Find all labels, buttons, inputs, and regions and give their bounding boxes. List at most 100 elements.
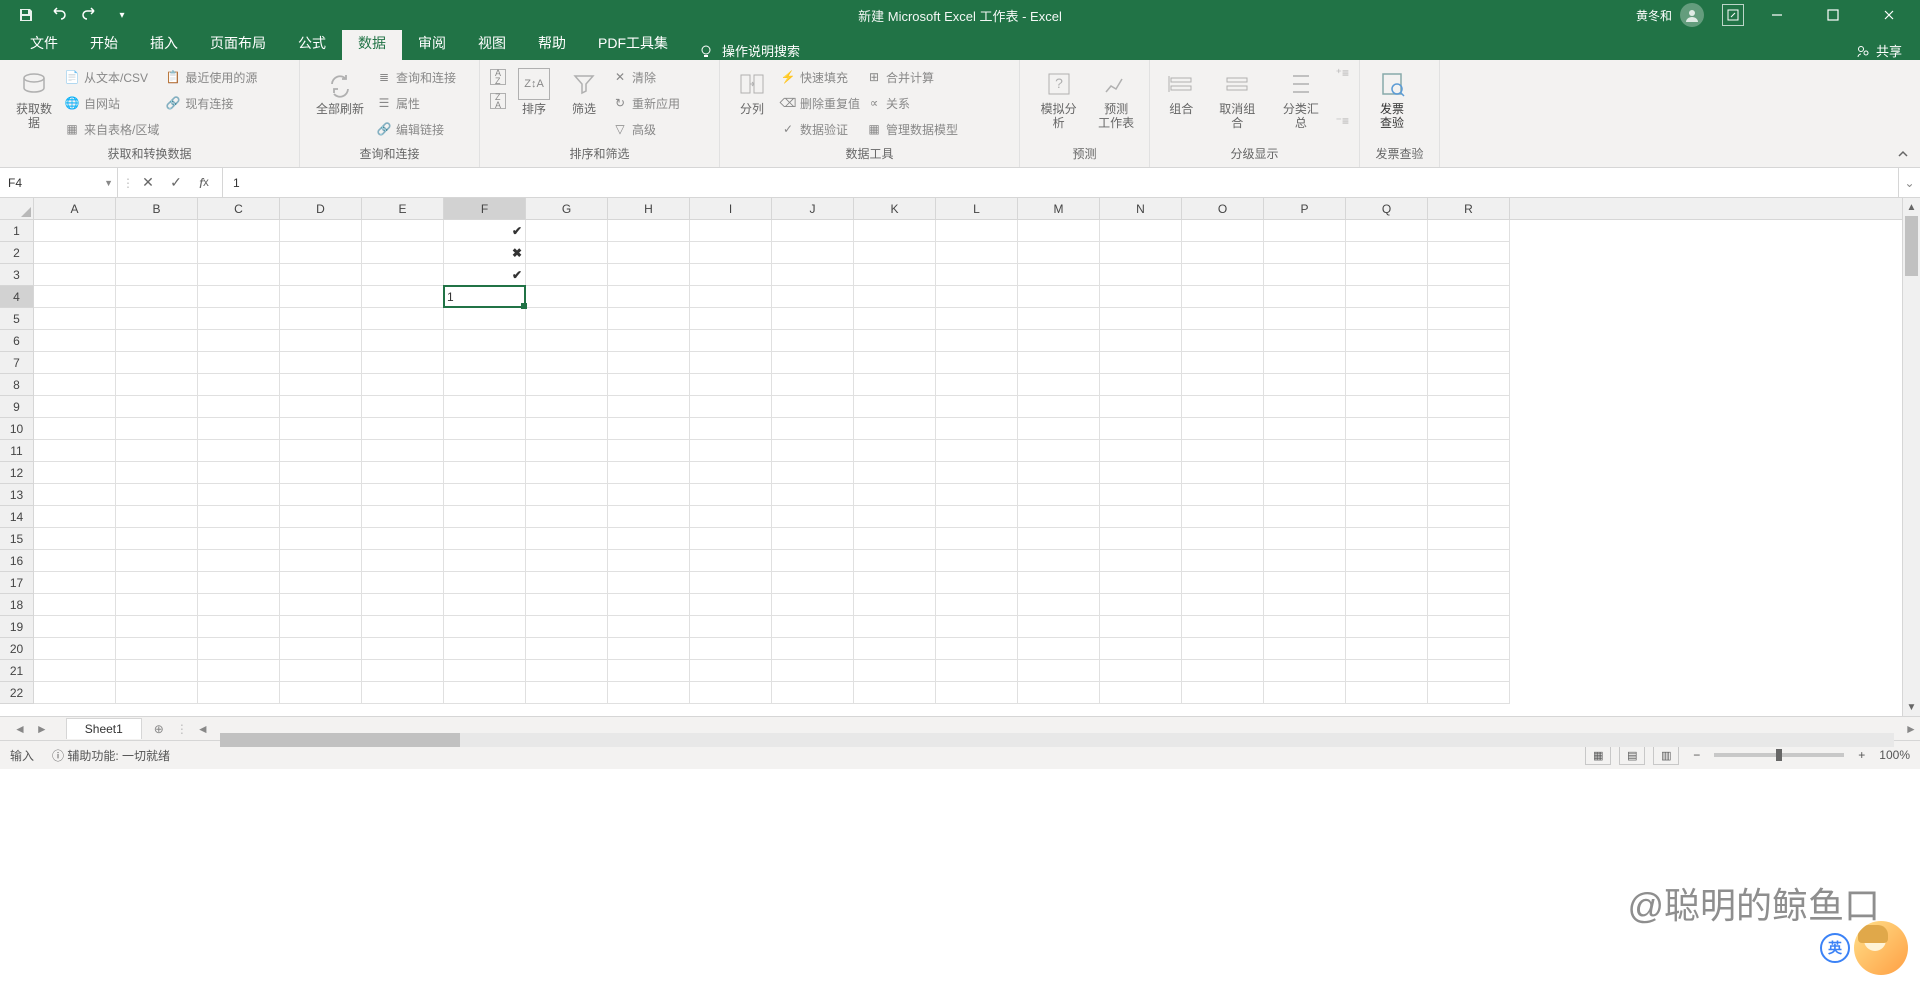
column-header-E[interactable]: E (362, 198, 444, 219)
cell-A22[interactable] (34, 682, 116, 704)
cell-P18[interactable] (1264, 594, 1346, 616)
page-break-view-button[interactable]: ▥ (1653, 745, 1679, 765)
cell-J21[interactable] (772, 660, 854, 682)
cell-Q10[interactable] (1346, 418, 1428, 440)
cell-B7[interactable] (116, 352, 198, 374)
cell-C15[interactable] (198, 528, 280, 550)
cell-G14[interactable] (526, 506, 608, 528)
cell-P9[interactable] (1264, 396, 1346, 418)
cell-K8[interactable] (854, 374, 936, 396)
cell-A10[interactable] (34, 418, 116, 440)
sheet-prev-icon[interactable]: ◄ (10, 722, 30, 736)
cell-J10[interactable] (772, 418, 854, 440)
cell-G7[interactable] (526, 352, 608, 374)
filter-button[interactable]: 筛选 (562, 66, 606, 118)
cell-L15[interactable] (936, 528, 1018, 550)
cell-P14[interactable] (1264, 506, 1346, 528)
cell-I21[interactable] (690, 660, 772, 682)
cell-R4[interactable] (1428, 286, 1510, 308)
share-button[interactable]: 共享 (1876, 41, 1902, 60)
cell-O17[interactable] (1182, 572, 1264, 594)
cell-P11[interactable] (1264, 440, 1346, 462)
cell-E13[interactable] (362, 484, 444, 506)
cell-E18[interactable] (362, 594, 444, 616)
row-header-22[interactable]: 22 (0, 682, 33, 704)
cell-H12[interactable] (608, 462, 690, 484)
cell-I8[interactable] (690, 374, 772, 396)
cell-H22[interactable] (608, 682, 690, 704)
cell-B6[interactable] (116, 330, 198, 352)
cell-F15[interactable] (444, 528, 526, 550)
cell-C18[interactable] (198, 594, 280, 616)
cell-M10[interactable] (1018, 418, 1100, 440)
cell-E7[interactable] (362, 352, 444, 374)
cell-K7[interactable] (854, 352, 936, 374)
whatif-button[interactable]: ? 模拟分析 (1030, 66, 1087, 132)
cell-D21[interactable] (280, 660, 362, 682)
cell-M12[interactable] (1018, 462, 1100, 484)
cell-C4[interactable] (198, 286, 280, 308)
cell-K21[interactable] (854, 660, 936, 682)
cell-B11[interactable] (116, 440, 198, 462)
cell-G11[interactable] (526, 440, 608, 462)
cell-Q17[interactable] (1346, 572, 1428, 594)
cell-B18[interactable] (116, 594, 198, 616)
cell-C12[interactable] (198, 462, 280, 484)
close-button[interactable] (1866, 0, 1912, 30)
cell-D7[interactable] (280, 352, 362, 374)
from-table-button[interactable]: ▦来自表格/区域 (64, 118, 159, 140)
cell-I6[interactable] (690, 330, 772, 352)
cell-E9[interactable] (362, 396, 444, 418)
cell-I3[interactable] (690, 264, 772, 286)
cell-N22[interactable] (1100, 682, 1182, 704)
cell-B22[interactable] (116, 682, 198, 704)
cell-A2[interactable] (34, 242, 116, 264)
cell-O18[interactable] (1182, 594, 1264, 616)
cell-B16[interactable] (116, 550, 198, 572)
accessibility-status[interactable]: ⓘ 辅助功能: 一切就绪 (52, 747, 170, 764)
cell-O2[interactable] (1182, 242, 1264, 264)
cell-D9[interactable] (280, 396, 362, 418)
cell-P1[interactable] (1264, 220, 1346, 242)
cell-D13[interactable] (280, 484, 362, 506)
cell-P3[interactable] (1264, 264, 1346, 286)
cell-B19[interactable] (116, 616, 198, 638)
cell-L20[interactable] (936, 638, 1018, 660)
cell-A3[interactable] (34, 264, 116, 286)
cell-R20[interactable] (1428, 638, 1510, 660)
cell-J22[interactable] (772, 682, 854, 704)
cell-A19[interactable] (34, 616, 116, 638)
cell-J15[interactable] (772, 528, 854, 550)
cell-F8[interactable] (444, 374, 526, 396)
column-header-J[interactable]: J (772, 198, 854, 219)
reapply-button[interactable]: ↻重新应用 (612, 92, 680, 114)
cell-A14[interactable] (34, 506, 116, 528)
cell-R16[interactable] (1428, 550, 1510, 572)
cell-P15[interactable] (1264, 528, 1346, 550)
cell-I7[interactable] (690, 352, 772, 374)
cell-Q2[interactable] (1346, 242, 1428, 264)
column-header-F[interactable]: F (444, 198, 526, 219)
cell-E20[interactable] (362, 638, 444, 660)
cell-I9[interactable] (690, 396, 772, 418)
invoice-check-button[interactable]: 发票 查验 (1370, 66, 1414, 132)
cell-I17[interactable] (690, 572, 772, 594)
cell-G13[interactable] (526, 484, 608, 506)
cell-D17[interactable] (280, 572, 362, 594)
cell-K20[interactable] (854, 638, 936, 660)
cell-L12[interactable] (936, 462, 1018, 484)
cell-A13[interactable] (34, 484, 116, 506)
cell-F21[interactable] (444, 660, 526, 682)
cell-C3[interactable] (198, 264, 280, 286)
cell-F2[interactable]: ✖ (444, 242, 526, 264)
cell-D14[interactable] (280, 506, 362, 528)
cell-G21[interactable] (526, 660, 608, 682)
cell-R3[interactable] (1428, 264, 1510, 286)
row-header-15[interactable]: 15 (0, 528, 33, 550)
cell-D16[interactable] (280, 550, 362, 572)
cell-B9[interactable] (116, 396, 198, 418)
cell-R1[interactable] (1428, 220, 1510, 242)
show-detail-icon[interactable]: ⁺≡ (1336, 66, 1349, 80)
cell-J4[interactable] (772, 286, 854, 308)
cell-M15[interactable] (1018, 528, 1100, 550)
